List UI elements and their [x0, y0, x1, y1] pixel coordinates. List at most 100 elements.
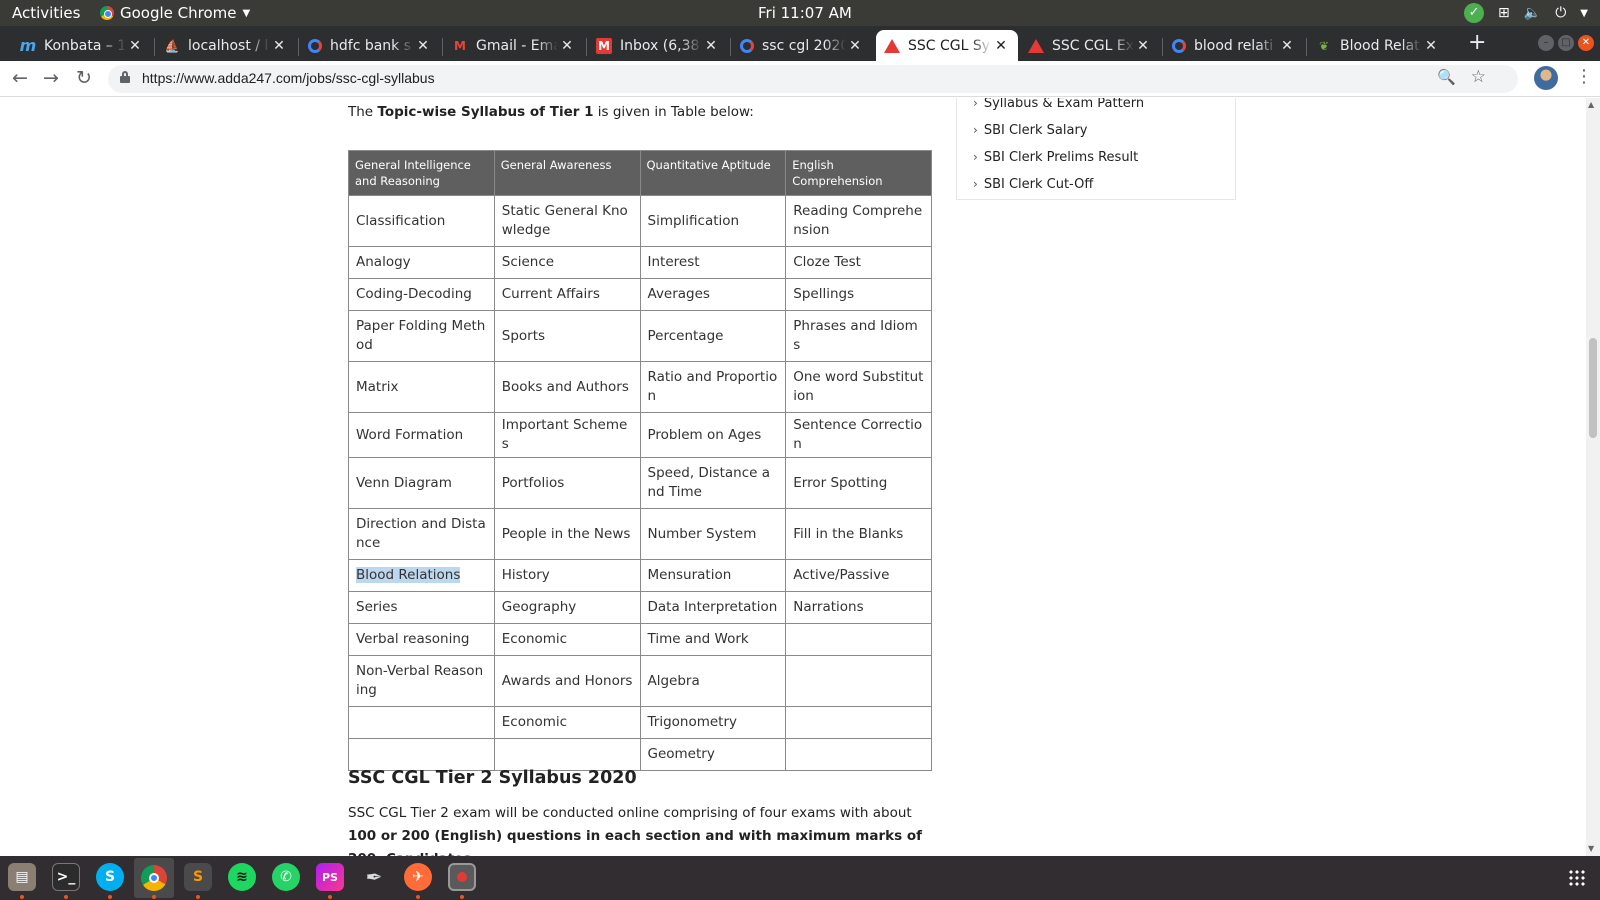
- tab-hdfc[interactable]: hdfc bank s ✕: [300, 30, 440, 61]
- table-cell: Geometry: [639, 738, 787, 771]
- tier1-syllabus-table: General Intelligence and Reasoning Gener…: [348, 150, 932, 771]
- scrollbar-thumb[interactable]: [1589, 338, 1597, 438]
- close-window-button[interactable]: ✕: [1578, 35, 1594, 51]
- table-cell: [348, 738, 495, 771]
- table-header-row: General Intelligence and Reasoning Gener…: [348, 150, 932, 196]
- tier2-heading: SSC CGL Tier 2 Syllabus 2020: [348, 768, 637, 788]
- sidebar-link[interactable]: › Syllabus & Exam Pattern: [973, 98, 1144, 117]
- new-tab-button[interactable]: +: [1468, 30, 1486, 55]
- browser-toolbar: ← → ↻ https://www.adda247.com/jobs/ssc-c…: [0, 61, 1600, 97]
- table-cell: Geography: [493, 591, 641, 624]
- tab-ssc-cgl-syllabus[interactable]: SSC CGL Syl ✕: [876, 30, 1018, 61]
- google-icon: [1172, 38, 1186, 53]
- column-header: English Comprehension: [785, 150, 932, 196]
- lock-icon[interactable]: [120, 71, 130, 83]
- table-cell: Problem on Ages: [639, 412, 787, 458]
- tab-ssc-cgl-exam[interactable]: SSC CGL Ex ✕: [1020, 30, 1160, 61]
- maximize-window-button[interactable]: □: [1558, 35, 1574, 51]
- tab-ssc-cgl-search[interactable]: ssc cgl 2020 ✕: [732, 30, 872, 61]
- files-icon[interactable]: ▤: [8, 863, 36, 891]
- phpmyadmin-icon: ⛵: [164, 38, 180, 53]
- tab-title: localhost / l: [188, 37, 269, 54]
- terminal-icon[interactable]: >_: [52, 863, 80, 891]
- close-icon[interactable]: ✕: [846, 38, 864, 54]
- url-text[interactable]: https://www.adda247.com/jobs/ssc-cgl-syl…: [142, 70, 435, 86]
- tab-localhost[interactable]: ⛵ localhost / l ✕: [156, 30, 296, 61]
- leaf-icon: ❦: [1318, 38, 1330, 53]
- sidebar-link[interactable]: › SBI Clerk Prelims Result: [973, 144, 1144, 171]
- web-page: › Syllabus & Exam Pattern › SBI Clerk Sala…: [0, 98, 1586, 856]
- update-check-icon[interactable]: ✓: [1464, 3, 1485, 23]
- profile-avatar[interactable]: [1534, 66, 1558, 90]
- close-icon[interactable]: ✕: [270, 38, 288, 54]
- inkscape-icon[interactable]: ✒: [360, 863, 388, 891]
- column-header: Quantitative Aptitude: [639, 150, 787, 196]
- running-indicator: [460, 895, 464, 899]
- activities-button[interactable]: Activities: [12, 4, 80, 22]
- volume-icon[interactable]: 🔈: [1524, 5, 1541, 21]
- network-icon[interactable]: ⊞: [1498, 5, 1510, 21]
- system-tray: ✓ ⊞ 🔈 ⏻ ▼: [1464, 3, 1588, 23]
- sidebar-link[interactable]: › SBI Clerk Salary: [973, 117, 1144, 144]
- column-header: General Awareness: [493, 150, 641, 196]
- table-cell: [785, 655, 932, 707]
- app-menu[interactable]: Google Chrome ▼: [100, 4, 250, 22]
- whatsapp-icon[interactable]: ✆: [272, 863, 300, 891]
- clock[interactable]: Fri 11:07 AM: [758, 4, 852, 22]
- table-cell: Matrix: [348, 361, 495, 413]
- table-cell: Economic: [493, 706, 641, 739]
- table-cell: Trigonometry: [639, 706, 787, 739]
- zoom-icon[interactable]: 🔍: [1437, 68, 1456, 86]
- chevron-right-icon: ›: [973, 177, 978, 191]
- back-arrow-icon[interactable]: ←: [12, 67, 28, 89]
- table-row: Word Formation Important Schemes Problem…: [348, 412, 932, 458]
- table-cell: History: [493, 559, 641, 592]
- adda-icon: [884, 38, 900, 53]
- address-bar[interactable]: https://www.adda247.com/jobs/ssc-cgl-syl…: [108, 65, 1518, 93]
- close-icon[interactable]: ✕: [992, 38, 1010, 54]
- scroll-up-arrow-icon[interactable]: ▲: [1588, 100, 1594, 109]
- postman-icon[interactable]: ✈: [404, 863, 432, 891]
- close-icon[interactable]: ✕: [702, 38, 720, 54]
- tab-blood-relation[interactable]: ❦ Blood Relat ✕: [1308, 30, 1448, 61]
- show-applications-icon[interactable]: [1568, 869, 1586, 887]
- table-cell: Error Spotting: [785, 457, 932, 509]
- tab-title: Gmail - Ema: [476, 37, 558, 54]
- table-row: Non-Verbal Reasoning Awards and Honors A…: [348, 655, 932, 707]
- chevron-down-icon[interactable]: ▼: [1580, 8, 1588, 19]
- table-cell: Averages: [639, 278, 787, 311]
- tab-strip: m Konbata – 1 ✕ ⛵ localhost / l ✕ hdfc b…: [0, 26, 1600, 61]
- reload-icon[interactable]: ↻: [76, 67, 92, 89]
- power-icon[interactable]: ⏻: [1555, 5, 1566, 21]
- close-icon[interactable]: ✕: [1134, 38, 1152, 54]
- bookmark-star-icon[interactable]: ☆: [1471, 67, 1486, 87]
- sidebar-link[interactable]: › SBI Clerk Cut-Off: [973, 171, 1144, 198]
- spotify-icon[interactable]: ≋: [228, 863, 256, 891]
- tab-konbata[interactable]: m Konbata – 1 ✕: [12, 30, 152, 61]
- tab-gmail[interactable]: M Gmail - Ema ✕: [444, 30, 584, 61]
- inbox-icon: M: [596, 37, 612, 54]
- sublime-icon[interactable]: S: [184, 863, 212, 891]
- table-row: Series Geography Data Interpretation Nar…: [348, 591, 932, 624]
- chevron-down-icon: ▼: [242, 7, 251, 19]
- scroll-down-arrow-icon[interactable]: ▼: [1588, 844, 1594, 853]
- close-icon[interactable]: ✕: [414, 38, 432, 54]
- table-cell: [785, 738, 932, 771]
- phpstorm-icon[interactable]: PS: [316, 863, 344, 891]
- minimize-window-button[interactable]: –: [1538, 35, 1554, 51]
- close-icon[interactable]: ✕: [1422, 38, 1440, 54]
- m-icon: m: [19, 36, 37, 55]
- table-cell: Venn Diagram: [348, 457, 495, 509]
- chrome-icon[interactable]: [134, 858, 174, 898]
- tab-inbox[interactable]: M Inbox (6,38 ✕: [588, 30, 728, 61]
- close-icon[interactable]: ✕: [1278, 38, 1296, 54]
- screen-recorder-icon[interactable]: [448, 863, 476, 891]
- close-icon[interactable]: ✕: [126, 38, 144, 54]
- close-icon[interactable]: ✕: [558, 38, 576, 54]
- page-scrollbar[interactable]: ▲ ▼: [1586, 98, 1600, 856]
- tab-blood-relation-search[interactable]: blood relati ✕: [1164, 30, 1304, 61]
- forward-arrow-icon[interactable]: →: [43, 67, 59, 89]
- table-cell: [348, 706, 495, 739]
- kebab-menu-icon[interactable]: ⋮: [1575, 66, 1593, 87]
- skype-icon[interactable]: S: [96, 863, 124, 891]
